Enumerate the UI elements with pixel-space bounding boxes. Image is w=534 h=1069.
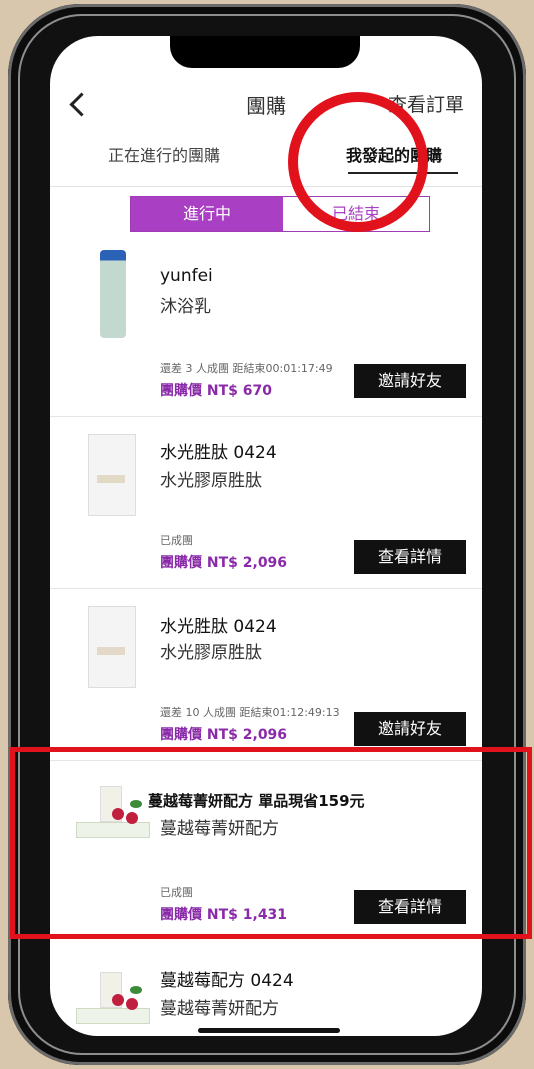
item-name: 水光胜肽 0424 [160, 617, 277, 637]
product-thumbnail [80, 250, 150, 340]
item-subtitle: 水光膠原胜肽 [160, 471, 262, 491]
item-price: 團購價 NT$ 2,096 [160, 555, 288, 571]
highlight-box-annotation [10, 747, 532, 939]
item-subtitle: 沐浴乳 [160, 297, 211, 317]
list-item: 水光胜肽 0424 水光膠原胜肽 已成團 團購價 NT$ 2,096 查看詳情 [50, 416, 482, 589]
item-name: 水光胜肽 0424 [160, 443, 277, 463]
item-subtitle: 蔓越莓菁妍配方 [160, 999, 279, 1019]
product-thumbnail [80, 432, 150, 522]
header: 團購 查看訂單 [50, 88, 482, 128]
tab-ongoing-group-buys[interactable]: 正在進行的團購 [108, 142, 220, 166]
home-indicator [198, 1028, 340, 1033]
list-item: 水光胜肽 0424 水光膠原胜肽 還差 10 人成團 距結束01:12:49:1… [50, 588, 482, 761]
item-status: 已成團 [160, 534, 193, 547]
item-name: yunfei [160, 266, 213, 286]
item-price: 團購價 NT$ 2,096 [160, 727, 288, 743]
list-item: 蔓越莓配方 0424 蔓越莓菁妍配方 [50, 938, 482, 1036]
item-name: 蔓越莓配方 0424 [160, 971, 294, 991]
item-status: 還差 10 人成團 距結束01:12:49:13 [160, 706, 340, 719]
view-details-button[interactable]: 查看詳情 [354, 540, 466, 574]
product-thumbnail [72, 956, 156, 1036]
item-status: 還差 3 人成團 距結束00:01:17:49 [160, 362, 333, 375]
item-subtitle: 水光膠原胜肽 [160, 643, 262, 663]
invite-friends-button[interactable]: 邀請好友 [354, 364, 466, 398]
phone-notch [170, 36, 360, 68]
invite-friends-button[interactable]: 邀請好友 [354, 712, 466, 746]
product-thumbnail [80, 604, 150, 694]
segment-active[interactable]: 進行中 [131, 197, 283, 231]
item-price: 團購價 NT$ 670 [160, 383, 272, 399]
list-item: yunfei 沐浴乳 還差 3 人成團 距結束00:01:17:49 團購價 N… [50, 244, 482, 417]
highlight-circle-annotation [288, 92, 428, 232]
